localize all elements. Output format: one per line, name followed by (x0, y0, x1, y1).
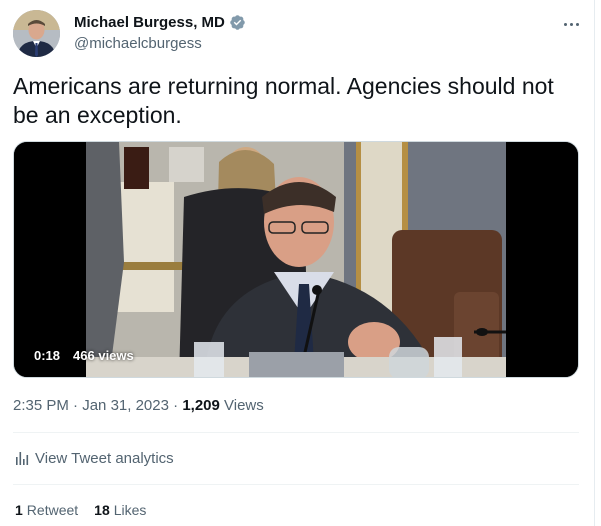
tweet-header: Michael Burgess, MD @michaelcburgess (13, 10, 583, 58)
more-options-button[interactable] (559, 14, 583, 34)
avatar-image (13, 10, 60, 57)
video-view-count: 466 views (73, 348, 134, 363)
verified-badge-icon (230, 15, 245, 30)
author-name-row[interactable]: Michael Burgess, MD (74, 14, 246, 31)
views-label: Views (219, 397, 264, 414)
likes-stat[interactable]: 18 Likes (94, 502, 146, 518)
avatar[interactable] (13, 10, 60, 57)
divider (13, 432, 579, 433)
video-frame (14, 142, 578, 377)
author-display-name[interactable]: Michael Burgess, MD (74, 14, 225, 31)
more-dot-icon (569, 22, 573, 26)
retweets-stat[interactable]: 1 Retweet (15, 502, 78, 518)
author-handle[interactable]: @michaelcburgess (74, 35, 202, 52)
video-timestamp: 0:18 (34, 348, 61, 363)
views-count: 1,209 (182, 397, 220, 414)
tweet-time[interactable]: 2:35 PM (13, 397, 69, 414)
meta-separator: · (68, 397, 83, 414)
tweet-meta: 2:35 PM · Jan 31, 2023 · 1,209 Views (13, 397, 264, 414)
more-dot-icon (575, 22, 579, 26)
likes-label: Likes (113, 502, 147, 518)
video-badge: 0:18 466 views (34, 348, 134, 363)
meta-separator: · (168, 397, 183, 414)
retweets-label: Retweet (26, 502, 79, 518)
tweet-text: Americans are returning normal. Agencies… (13, 73, 554, 128)
bar-chart-icon (16, 452, 29, 465)
analytics-label: View Tweet analytics (35, 449, 174, 467)
more-dot-icon (563, 22, 567, 26)
video-player[interactable]: 0:18 466 views (13, 141, 579, 378)
likes-count: 18 (94, 502, 110, 518)
retweets-count: 1 (15, 502, 23, 518)
divider (13, 484, 579, 485)
view-analytics-link[interactable]: View Tweet analytics (13, 449, 174, 467)
engagement-stats: 1 Retweet 18 Likes (15, 502, 162, 518)
tweet-date[interactable]: Jan 31, 2023 (82, 397, 169, 414)
column-border (594, 0, 595, 526)
